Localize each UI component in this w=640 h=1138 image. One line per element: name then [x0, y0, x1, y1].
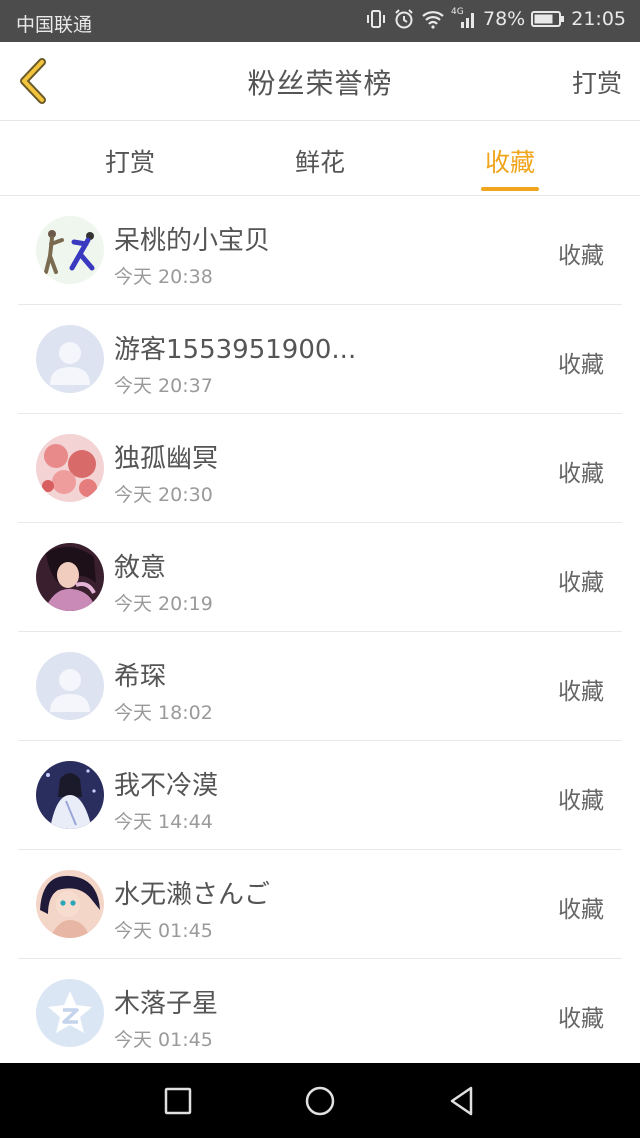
- reward-button[interactable]: 打赏: [572, 64, 622, 100]
- carrier-label: 中国联通: [16, 14, 93, 36]
- fan-name: 希琛: [114, 662, 167, 692]
- action-badge: 收藏: [558, 461, 604, 487]
- vibrate-icon: [365, 9, 387, 29]
- fan-name: 敘意: [114, 553, 167, 583]
- list-item[interactable]: 游客1553951900... 今天 20:37 收藏: [18, 305, 622, 414]
- tab-label: 打赏: [104, 148, 155, 177]
- avatar[interactable]: [36, 761, 104, 829]
- fan-time: 今天 20:38: [114, 266, 213, 288]
- girl-avatar-icon: [36, 543, 104, 611]
- fan-time: 今天 20:37: [114, 375, 213, 397]
- active-tab-indicator: [481, 187, 539, 191]
- list-item[interactable]: 木落子星 今天 01:45 收藏: [18, 959, 622, 1068]
- clock: 21:05: [571, 8, 626, 30]
- default-avatar-icon: [36, 325, 104, 393]
- fantasy-avatar-icon: [36, 761, 104, 829]
- action-badge: 收藏: [558, 897, 604, 923]
- flower-avatar-icon: [36, 434, 104, 502]
- list-item[interactable]: 希琛 今天 18:02 收藏: [18, 632, 622, 741]
- home-button[interactable]: [300, 1081, 340, 1121]
- fan-time: 今天 01:45: [114, 920, 213, 942]
- tab-label: 收藏: [484, 148, 535, 177]
- fan-name: 独孤幽冥: [114, 444, 219, 474]
- triangle-back-icon: [450, 1086, 473, 1116]
- alarm-icon: [393, 8, 415, 30]
- status-bar: 中国联通 4G 78% 21:05: [0, 0, 640, 42]
- avatar[interactable]: [36, 979, 104, 1047]
- tab-reward[interactable]: 打赏: [90, 121, 170, 195]
- circle-icon: [305, 1086, 335, 1116]
- anime-avatar-icon: [36, 870, 104, 938]
- battery-percent: 78%: [483, 8, 526, 30]
- default-avatar-icon: [36, 652, 104, 720]
- page-title: 粉丝荣誉榜: [247, 67, 393, 100]
- nav-bar: 粉丝荣誉榜 打赏: [0, 42, 640, 121]
- fan-time: 今天 18:02: [114, 702, 213, 724]
- action-badge: 收藏: [558, 243, 604, 269]
- list-item[interactable]: 水无濑さんご 今天 01:45 收藏: [18, 850, 622, 959]
- list-item[interactable]: 独孤幽冥 今天 20:30 收藏: [18, 414, 622, 523]
- fan-name: 水无濑さんご: [114, 880, 271, 910]
- avatar[interactable]: [36, 434, 104, 502]
- tab-bar: 打赏 鲜花 收藏: [0, 121, 640, 196]
- back-nav-button[interactable]: [442, 1081, 482, 1121]
- dancer-avatar-icon: [36, 216, 104, 284]
- fan-time: 今天 20:30: [114, 484, 213, 506]
- fan-list: 呆桃的小宝贝 今天 20:38 收藏 游客1553951900... 今天 20…: [18, 196, 622, 1068]
- list-item[interactable]: 我不冷漠 今天 14:44 收藏: [18, 741, 622, 850]
- fan-time: 今天 14:44: [114, 811, 213, 833]
- tab-flowers[interactable]: 鲜花: [280, 121, 360, 195]
- fan-time: 今天 20:19: [114, 593, 213, 615]
- avatar[interactable]: [36, 325, 104, 393]
- action-badge: 收藏: [558, 1006, 604, 1032]
- avatar[interactable]: [36, 652, 104, 720]
- fan-name: 游客1553951900...: [114, 335, 357, 365]
- tab-label: 鲜花: [294, 148, 345, 177]
- battery-icon: [531, 10, 565, 28]
- avatar[interactable]: [36, 870, 104, 938]
- fan-name: 木落子星: [114, 989, 219, 1019]
- system-nav-bar: [0, 1063, 640, 1138]
- qzone-avatar-icon: [36, 979, 104, 1047]
- fan-time: 今天 01:45: [114, 1029, 213, 1051]
- fan-name: 我不冷漠: [114, 771, 219, 801]
- action-badge: 收藏: [558, 570, 604, 596]
- network-type-label: 4G: [451, 7, 464, 17]
- action-badge: 收藏: [558, 679, 604, 705]
- status-icons: 4G 78% 21:05: [365, 7, 626, 30]
- signal-icon: 4G: [451, 7, 477, 29]
- square-icon: [164, 1087, 192, 1115]
- action-badge: 收藏: [558, 352, 604, 378]
- fan-name: 呆桃的小宝贝: [114, 226, 271, 256]
- avatar[interactable]: [36, 543, 104, 611]
- avatar[interactable]: [36, 216, 104, 284]
- tab-favorites[interactable]: 收藏: [470, 121, 550, 195]
- list-item[interactable]: 敘意 今天 20:19 收藏: [18, 523, 622, 632]
- recent-apps-button[interactable]: [158, 1081, 198, 1121]
- action-badge: 收藏: [558, 788, 604, 814]
- wifi-icon: [421, 9, 445, 29]
- list-item[interactable]: 呆桃的小宝贝 今天 20:38 收藏: [18, 196, 622, 305]
